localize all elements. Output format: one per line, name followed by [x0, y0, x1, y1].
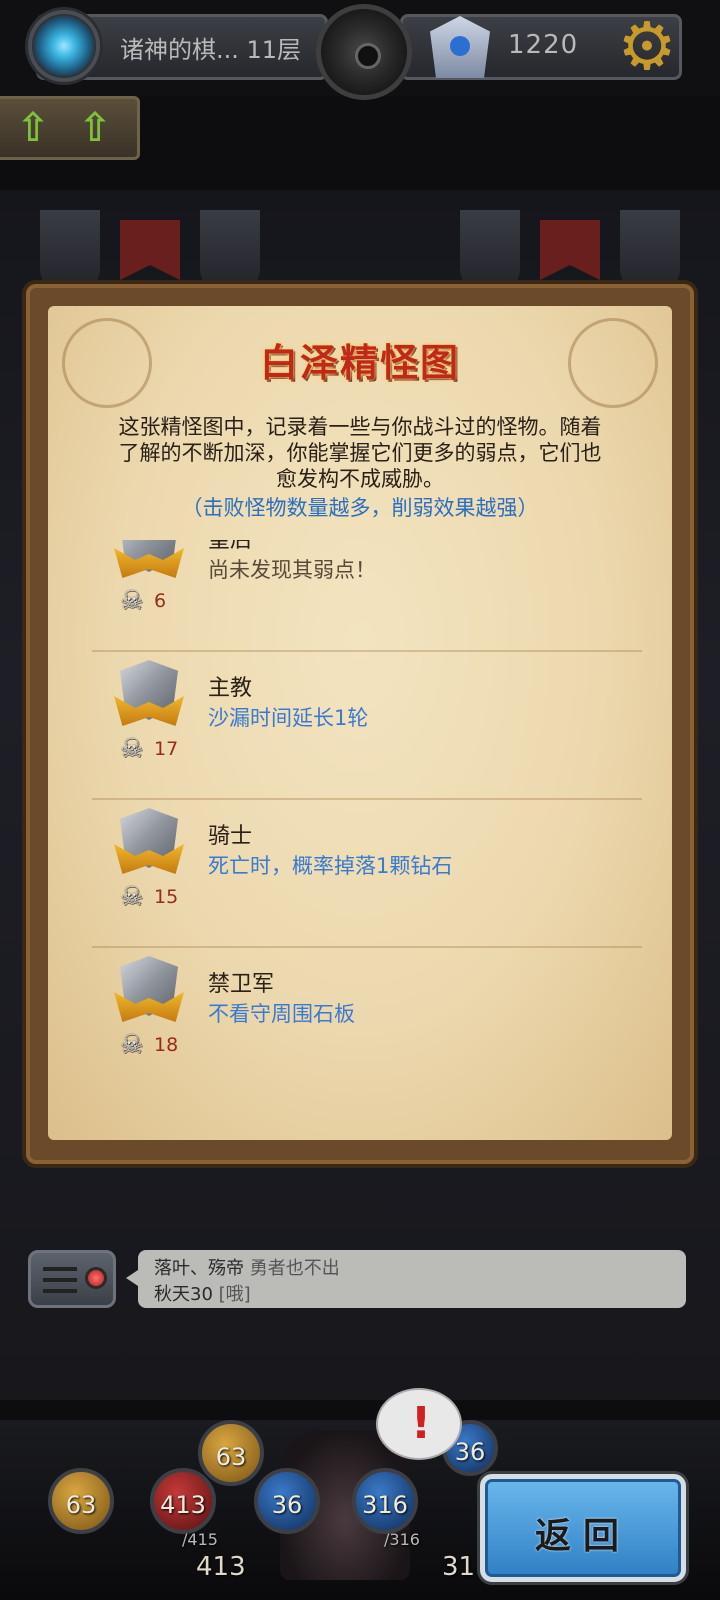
up-arrow-icon[interactable]: ⇧ [14, 108, 52, 148]
monster-badge-icon [114, 808, 184, 880]
chat-preview[interactable]: 落叶、殇帝 勇者也不出 秋天30 [哦] [126, 1250, 686, 1308]
monster-row[interactable]: ☠ 6 皇后 尚未发现其弱点！ [92, 540, 642, 652]
pillar [200, 210, 260, 290]
monster-badge-icon [114, 660, 184, 732]
panel-description: 这张精怪图中，记录着一些与你战斗过的怪物。随着了解的不断加深，你能掌握它们更多的… [118, 415, 602, 491]
panel-hint: （击败怪物数量越多，削弱效果越强） [181, 496, 539, 520]
monster-effect: 尚未发现其弱点！ [208, 558, 376, 582]
hp-max: /415 [182, 1530, 218, 1549]
return-label: 返回 [534, 1516, 631, 1557]
panel-title: 白泽精怪图 [259, 341, 460, 385]
floor-name: 诸神的棋... 11层 [120, 36, 302, 64]
pillar [620, 210, 680, 290]
skull-icon: ☠ [120, 1030, 144, 1060]
monster-effect: 不看守周围石板 [208, 1002, 355, 1026]
monster-list[interactable]: ☠ 6 皇后 尚未发现其弱点！ ☠ 17 主教 沙漏时间延长1轮 ☠ 15 骑士… [92, 540, 642, 1100]
chat-message: 勇者也不出 [249, 1258, 340, 1279]
monster-effect: 沙漏时间延长1轮 [208, 706, 369, 730]
hp-bottom: 413 [196, 1552, 246, 1582]
chat-line: 秋天30 [哦] [154, 1280, 251, 1306]
mp-orb: 36 [254, 1468, 320, 1534]
monster-row[interactable]: ☠ 18 禁卫军 不看守周围石板 [92, 948, 642, 1096]
pillar [460, 210, 520, 290]
center-disc-icon[interactable] [316, 4, 412, 100]
monster-row[interactable]: ☠ 15 骑士 死亡时，概率掉落1颗钻石 [92, 800, 642, 948]
chat-line: 落叶、殇帝 勇者也不出 [154, 1254, 340, 1280]
chat-sender: 秋天30 [154, 1284, 213, 1305]
skull-icon: ☠ [120, 882, 144, 912]
gold-orb: 63 [48, 1468, 114, 1534]
kill-count: 17 [154, 738, 179, 760]
shield-orb: 316 [352, 1468, 418, 1534]
gold-top-orb: 63 [198, 1420, 264, 1486]
chat-sender: 落叶、殇帝 [154, 1258, 244, 1279]
shield-max: /316 [384, 1530, 420, 1549]
return-button[interactable]: 返回 [480, 1474, 686, 1582]
pillar [40, 210, 100, 290]
alert-icon: ! [410, 1398, 432, 1449]
alert-bubble[interactable]: ! [376, 1388, 462, 1460]
kill-count: 6 [154, 590, 167, 612]
skull-icon: ☠ [120, 586, 144, 616]
monster-name: 骑士 [208, 824, 253, 849]
chat-button[interactable] [28, 1250, 116, 1308]
kill-count: 15 [154, 886, 179, 908]
score-value: 1220 [508, 30, 579, 60]
record-icon [85, 1267, 107, 1289]
monster-effect: 死亡时，概率掉落1颗钻石 [208, 854, 453, 878]
monster-name: 皇后 [208, 540, 253, 553]
chat-message: [哦] [218, 1284, 251, 1305]
monster-row[interactable]: ☠ 17 主教 沙漏时间延长1轮 [92, 652, 642, 800]
kill-count: 18 [154, 1034, 179, 1056]
hp-orb: 413 [150, 1468, 216, 1534]
right-bottom-stat: 31 [442, 1552, 476, 1582]
portal-icon[interactable] [28, 10, 100, 82]
monster-badge-icon [114, 956, 184, 1028]
gear-icon[interactable]: ⚙ [612, 12, 682, 82]
chat-icon [43, 1267, 77, 1293]
monster-badge-icon [114, 540, 184, 584]
monster-name: 禁卫军 [208, 972, 275, 997]
monster-name: 主教 [208, 676, 253, 701]
up-arrow-icon[interactable]: ⇧ [76, 108, 114, 148]
skull-icon: ☠ [120, 734, 144, 764]
